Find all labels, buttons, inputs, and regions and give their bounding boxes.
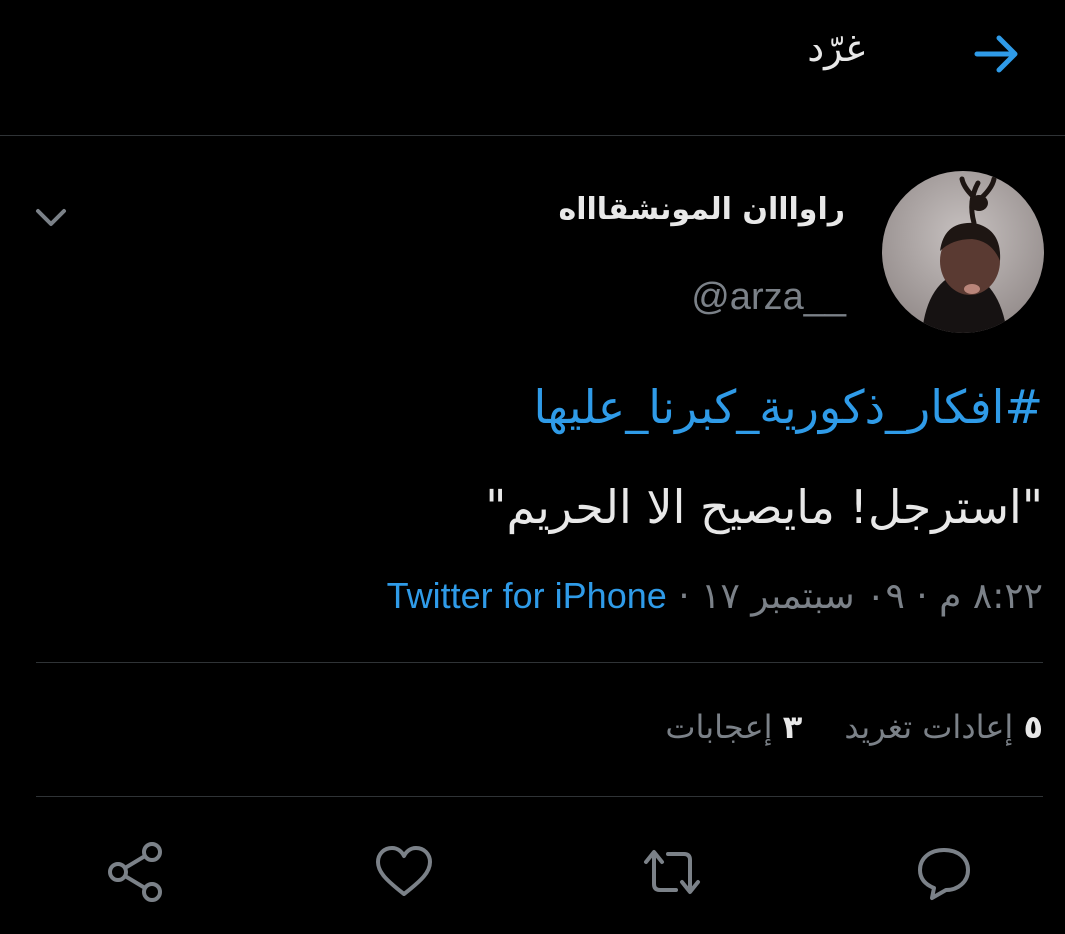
likes-count: ٣ (782, 708, 803, 746)
tweet-text: "استرجل! مايصيح الا الحريم" (485, 480, 1043, 534)
likes-stat[interactable]: ٣ إعجابات (665, 708, 802, 746)
retweet-icon[interactable] (640, 840, 704, 904)
retweets-label: إعادات تغريد (844, 708, 1014, 746)
avatar-image (882, 171, 1044, 333)
user-handle[interactable]: @arza__ (691, 276, 846, 319)
top-bar: غرّد (0, 0, 1065, 136)
share-icon[interactable] (104, 840, 168, 904)
tweet-stats: ٥ إعادات تغريد ٣ إعجابات (633, 708, 1043, 746)
arrow-right-icon[interactable] (969, 26, 1025, 82)
retweets-stat[interactable]: ٥ إعادات تغريد (844, 708, 1043, 746)
avatar[interactable] (882, 171, 1044, 333)
meta-separator: · (678, 576, 690, 617)
tweet-meta: ٨:٢٢ م · ٠٩ سبتمبر ١٧ · Twitter for iPho… (387, 575, 1043, 617)
likes-label: إعجابات (665, 708, 773, 746)
hashtag-link[interactable]: #افكار_ذكورية_كبرنا_عليها (533, 380, 1043, 434)
tweet-timestamp: ٨:٢٢ م · ٠٩ سبتمبر ١٧ (701, 576, 1043, 617)
chevron-down-icon[interactable] (32, 198, 70, 236)
display-name[interactable]: راوااان المونشقاااه (559, 192, 846, 227)
tweet-source-link[interactable]: Twitter for iPhone (387, 575, 667, 616)
retweets-count: ٥ (1023, 708, 1043, 746)
reply-icon[interactable] (912, 840, 976, 904)
divider (36, 662, 1043, 663)
page-title: غرّد (807, 26, 865, 70)
heart-icon[interactable] (372, 840, 436, 904)
divider (36, 796, 1043, 797)
